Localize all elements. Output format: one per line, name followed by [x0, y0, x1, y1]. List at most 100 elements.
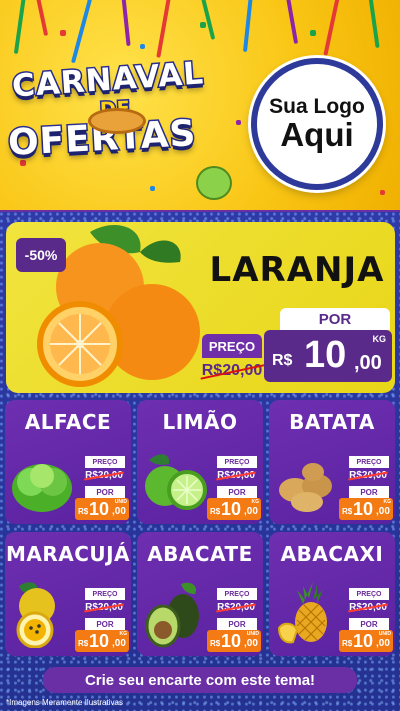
- old-price-value: R$20,00: [345, 468, 391, 482]
- featured-product-name: LARANJA: [209, 250, 385, 290]
- price-unit: UNID: [246, 631, 259, 637]
- price-integer: 10: [304, 334, 347, 376]
- confetti-decoration: [380, 190, 385, 195]
- new-price-label: POR: [217, 618, 257, 630]
- tambourine-icon: [88, 108, 146, 134]
- price-decimal: ,00: [112, 506, 126, 517]
- logo-text-line2: Aqui: [280, 115, 354, 153]
- streamer-decoration: [121, 0, 131, 47]
- price-decimal: ,00: [112, 638, 126, 649]
- old-price-value: R$20,00: [81, 468, 127, 482]
- new-price-label: POR: [85, 486, 125, 498]
- confetti-decoration: [60, 30, 66, 36]
- new-price-box: R$ 10 ,00 KG: [207, 498, 261, 520]
- price-currency: R$: [342, 639, 353, 648]
- pineapple-icon: [277, 582, 327, 644]
- product-card: LIMÃO PREÇO R$20,00 POR R$ 10 ,00 KG: [137, 400, 263, 524]
- product-card: ABACAXI PREÇO R$20,00 POR R$ 10 ,00 UNID: [269, 532, 395, 656]
- streamer-decoration: [323, 0, 341, 56]
- coconut-drink-icon: [196, 166, 232, 200]
- price-currency: R$: [342, 507, 353, 516]
- price-unit: KG: [372, 334, 387, 344]
- price-unit: KG: [251, 499, 260, 505]
- old-price-text: R$20,00: [217, 601, 255, 613]
- avocado-icon: [145, 582, 199, 648]
- price-integer: 10: [353, 631, 374, 651]
- new-price-box: R$ 10 ,00 UNID: [75, 498, 129, 520]
- product-card: MARACUJÁ PREÇO R$20,00 POR R$ 10 ,00 KG: [5, 532, 131, 656]
- price-integer: 10: [221, 499, 242, 519]
- streamer-decoration: [285, 0, 299, 44]
- price-integer: 10: [89, 631, 110, 651]
- new-price-label: POR: [349, 618, 389, 630]
- confetti-decoration: [200, 22, 206, 28]
- new-price-box: R$ 10 ,00 UNID: [339, 630, 393, 652]
- product-name: LIMÃO: [162, 410, 238, 434]
- lettuce-icon: [12, 464, 72, 512]
- product-card: ABACATE PREÇO R$20,00 POR R$ 10 ,00 UNID: [137, 532, 263, 656]
- old-price-label: PREÇO: [217, 588, 257, 600]
- old-price-label: PREÇO: [217, 456, 257, 468]
- old-price-label: PREÇO: [85, 456, 125, 468]
- product-name: ABACAXI: [280, 542, 384, 566]
- potato-icon: [279, 463, 332, 512]
- product-card: BATATA PREÇO R$20,00 POR R$ 10 ,00 KG: [269, 400, 395, 524]
- price-decimal: ,00: [376, 638, 390, 649]
- logo-text-line1: Sua Logo: [269, 94, 365, 118]
- old-price-label: PREÇO: [349, 588, 389, 600]
- flyer-page: CARNAVAL DE OFERTAS Sua Logo Aqui: [0, 0, 400, 711]
- old-price-label: PREÇO: [349, 456, 389, 468]
- price-currency: R$: [78, 639, 89, 648]
- price-integer: 10: [353, 499, 374, 519]
- price-unit: UNID: [114, 499, 127, 505]
- streamer-decoration: [71, 0, 93, 64]
- product-name: ABACATE: [147, 542, 253, 566]
- price-decimal: ,00: [244, 506, 258, 517]
- old-price-text: R$20,00: [217, 469, 255, 481]
- price-currency: R$: [272, 352, 293, 369]
- old-price-value: R$20,00: [345, 600, 391, 614]
- old-price-text: R$20,00: [201, 362, 263, 379]
- cta-banner[interactable]: Crie seu encarte com este tema!: [43, 667, 357, 693]
- old-price-text: R$20,00: [349, 601, 387, 613]
- streamer-decoration: [156, 0, 172, 58]
- price-currency: R$: [210, 639, 221, 648]
- new-price-box: R$ 10 ,00 KG: [264, 330, 392, 382]
- old-price-value: R$20,00: [213, 600, 259, 614]
- new-price-label: POR: [280, 308, 390, 330]
- carnival-header: CARNAVAL DE OFERTAS Sua Logo Aqui: [0, 0, 400, 212]
- product-card: ALFACE PREÇO R$20,00 POR R$ 10 ,00 UNID: [5, 400, 131, 524]
- price-unit: UNID: [378, 631, 391, 637]
- old-price-value: R$20,00: [81, 600, 127, 614]
- new-price-box: R$ 10 ,00 UNID: [207, 630, 261, 652]
- price-currency: R$: [210, 507, 221, 516]
- price-decimal: ,00: [376, 506, 390, 517]
- price-integer: 10: [89, 499, 110, 519]
- lime-icon: [145, 454, 207, 510]
- price-integer: 10: [221, 631, 242, 651]
- new-price-box: R$ 10 ,00 KG: [75, 630, 129, 652]
- disclaimer-text: *Imagens Meramente Ilustrativas: [6, 698, 123, 707]
- new-price-box: R$ 10 ,00 KG: [339, 498, 393, 520]
- streamer-decoration: [35, 0, 49, 36]
- old-price-text: R$20,00: [85, 601, 123, 613]
- featured-product-card: -50% LARANJA PREÇO R$20,00 POR R$ 10 ,00…: [6, 222, 395, 393]
- discount-badge: -50%: [16, 238, 66, 272]
- price-decimal: ,00: [244, 638, 258, 649]
- new-price-label: POR: [217, 486, 257, 498]
- product-name: ALFACE: [24, 410, 112, 434]
- title-line-carnaval: CARNAVAL: [9, 54, 206, 106]
- passion-fruit-icon: [16, 582, 55, 648]
- product-name: MARACUJÁ: [5, 542, 131, 566]
- old-price-value: R$20,00: [201, 358, 263, 384]
- old-price-label: PREÇO: [202, 334, 262, 358]
- old-price-text: R$20,00: [349, 469, 387, 481]
- streamer-decoration: [368, 0, 380, 49]
- old-price-text: R$20,00: [85, 469, 123, 481]
- price-unit: KG: [383, 499, 392, 505]
- streamer-decoration: [200, 0, 216, 40]
- confetti-decoration: [140, 44, 145, 49]
- product-name: BATATA: [289, 410, 375, 434]
- new-price-label: POR: [85, 618, 125, 630]
- price-unit: KG: [119, 631, 128, 637]
